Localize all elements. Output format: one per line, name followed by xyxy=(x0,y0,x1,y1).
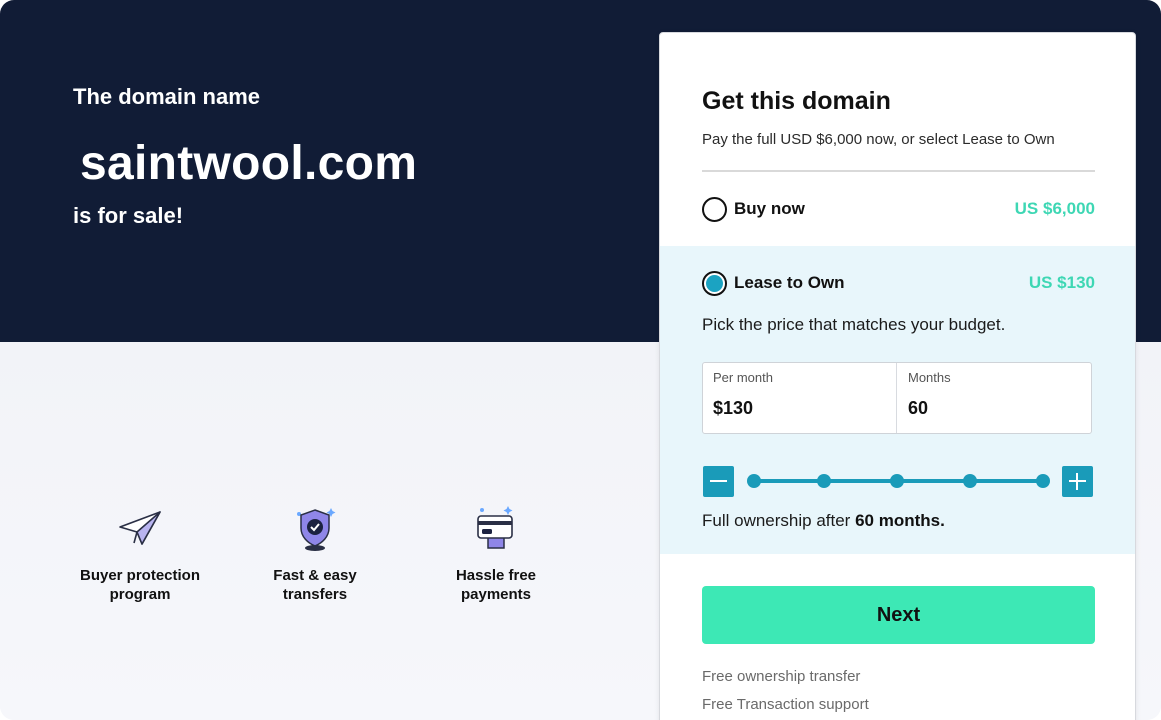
feature-title-line2: payments xyxy=(460,586,532,603)
feature-title-line2: program xyxy=(109,586,171,603)
slider-step[interactable] xyxy=(747,474,761,488)
perk-ownership-transfer: Free ownership transfer xyxy=(702,668,861,685)
lease-fields: Per month $130 Months 60 xyxy=(702,362,1092,434)
decrease-button[interactable] xyxy=(703,466,734,497)
divider xyxy=(702,170,1095,172)
feature-title: Buyer protection program xyxy=(60,566,220,604)
credit-card-icon xyxy=(477,506,513,549)
feature-title: Fast & easy transfers xyxy=(235,566,395,604)
feature-title: Hassle free payments xyxy=(416,566,576,604)
domain-name: saintwool.com xyxy=(80,137,418,190)
lease-to-own-price: US $130 xyxy=(1028,273,1095,292)
feature-title-line1: Hassle free xyxy=(455,567,537,584)
slider-step-selected[interactable] xyxy=(1036,474,1050,488)
lease-panel: Lease to Own US $130 Pick the price that… xyxy=(660,246,1135,554)
slider-step[interactable] xyxy=(963,474,977,488)
months-value[interactable]: 60 xyxy=(908,398,928,419)
slider-step[interactable] xyxy=(890,474,904,488)
ownership-text: Full ownership after 60 months. xyxy=(702,511,945,531)
lease-to-own-radio[interactable] xyxy=(702,271,727,296)
feature-title-line2: transfers xyxy=(282,586,348,603)
purchase-card: Get this domain Pay the full USD $6,000 … xyxy=(659,32,1136,720)
for-sale-text: is for sale! xyxy=(73,203,184,228)
feature-fast-transfers: Fast & easy transfers xyxy=(235,500,395,604)
lease-description: Pick the price that matches your budget. xyxy=(702,315,1006,334)
ownership-prefix: Full ownership after xyxy=(702,511,851,530)
buy-now-option[interactable]: Buy now US $6,000 xyxy=(702,195,1095,223)
feature-buyer-protection: Buyer protection program xyxy=(60,500,220,604)
hero-label: The domain name xyxy=(73,84,261,109)
months-label: Months xyxy=(908,370,951,385)
slider-step[interactable] xyxy=(817,474,831,488)
per-month-label: Per month xyxy=(713,370,773,385)
per-month-field[interactable]: Per month $130 xyxy=(703,363,897,433)
perk-transaction-support: Free Transaction support xyxy=(702,696,869,713)
buy-now-radio[interactable] xyxy=(702,197,727,222)
card-subtitle: Pay the full USD $6,000 now, or select L… xyxy=(702,131,1055,148)
lease-to-own-option[interactable]: Lease to Own US $130 xyxy=(702,269,1095,297)
months-field[interactable]: Months 60 xyxy=(898,363,1092,433)
increase-button[interactable] xyxy=(1062,466,1093,497)
card-title: Get this domain xyxy=(702,87,891,115)
feature-title-line1: Buyer protection xyxy=(79,567,200,584)
shield-check-icon xyxy=(297,508,336,551)
lease-to-own-label: Lease to Own xyxy=(734,273,845,292)
feature-title-line1: Fast & easy xyxy=(273,567,357,584)
minus-icon xyxy=(710,480,727,482)
ownership-months: 60 months. xyxy=(855,511,945,530)
per-month-value[interactable]: $130 xyxy=(713,398,753,419)
page-frame: The domain name saintwool.com is for sal… xyxy=(0,0,1161,720)
buy-now-price: US $6,000 xyxy=(1014,199,1095,218)
paper-plane-icon xyxy=(119,511,161,545)
next-button[interactable]: Next xyxy=(702,586,1095,644)
buy-now-label: Buy now xyxy=(734,199,805,218)
months-slider[interactable] xyxy=(702,466,1093,497)
feature-hassle-free-payments: Hassle free payments xyxy=(416,500,576,604)
